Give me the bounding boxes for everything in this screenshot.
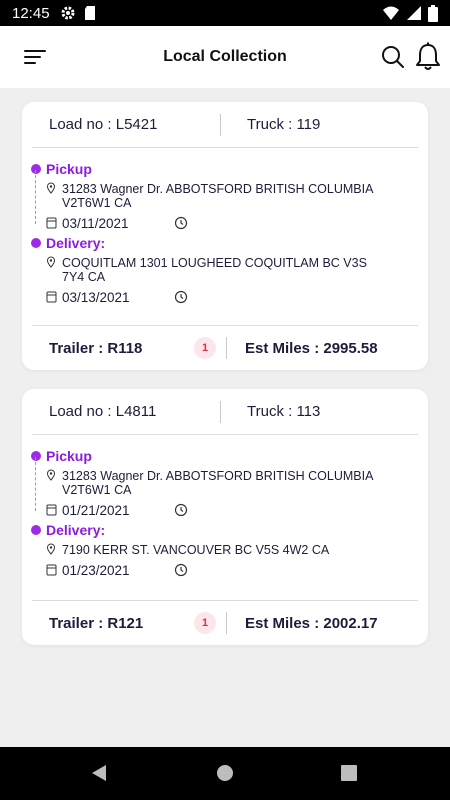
signal-icon (407, 6, 421, 20)
est-miles: Est Miles : 2995.58 (245, 339, 378, 357)
clock-icon (174, 290, 188, 304)
delivery-label: Delivery: (46, 235, 106, 251)
delivery-address: COQUITLAM 1301 LOUGHEED COQUITLAM BC V3S… (62, 256, 367, 284)
pickup-label: Pickup (46, 161, 92, 177)
load-list: Load no : L5421 Truck : 119 Pickup 31283… (0, 88, 450, 747)
delivery-dot (31, 238, 41, 248)
delivery-label: Delivery: (46, 522, 106, 538)
battery-icon (428, 4, 438, 22)
back-icon[interactable] (90, 764, 108, 782)
truck-number: Truck : 113 (247, 403, 321, 420)
truck-number: Truck : 119 (247, 116, 321, 133)
sd-card-icon (84, 6, 95, 20)
pickup-address: 31283 Wagner Dr. ABBOTSFORD BRITISH COLU… (62, 182, 373, 210)
pickup-address: 31283 Wagner Dr. ABBOTSFORD BRITISH COLU… (62, 469, 373, 497)
trailer-number: Trailer : R121 (49, 614, 144, 632)
clock-icon (174, 216, 188, 230)
pickup-date-row: 01/21/2021 (46, 501, 408, 519)
delivery-title: Delivery: (31, 234, 408, 252)
route-details: Pickup 31283 Wagner Dr. ABBOTSFORD BRITI… (31, 148, 418, 326)
calendar-icon (46, 504, 57, 516)
pickup-date: 01/21/2021 (62, 502, 130, 518)
delivery-address: 7190 KERR ST. VANCOUVER BC V5S 4W2 CA (62, 543, 330, 557)
delivery-date-row: 03/13/2021 (46, 288, 408, 306)
load-card[interactable]: Load no : L5421 Truck : 119 Pickup 31283… (22, 102, 428, 370)
load-card-header: Load no : L5421 Truck : 119 (32, 102, 418, 148)
delivery-date-row: 01/23/2021 (46, 561, 408, 579)
load-number: Load no : L5421 (49, 116, 158, 133)
count-badge: 1 (194, 337, 216, 359)
load-card-footer: Trailer : R121 1 Est Miles : 2002.17 (32, 601, 418, 645)
pickup-dot (31, 164, 41, 174)
load-card[interactable]: Load no : L4811 Truck : 113 Pickup 31283… (22, 389, 428, 645)
notification-bell-icon[interactable] (415, 42, 441, 72)
pickup-address-row: 31283 Wagner Dr. ABBOTSFORD BRITISH COLU… (46, 469, 408, 497)
pickup-address-row: 31283 Wagner Dr. ABBOTSFORD BRITISH COLU… (46, 182, 408, 210)
recents-icon[interactable] (341, 764, 357, 782)
clock-icon (174, 563, 188, 577)
settings-icon (61, 6, 75, 20)
load-card-header: Load no : L4811 Truck : 113 (32, 389, 418, 435)
delivery-address-row: 7190 KERR ST. VANCOUVER BC V5S 4W2 CA (46, 543, 408, 557)
route-details: Pickup 31283 Wagner Dr. ABBOTSFORD BRITI… (31, 435, 418, 601)
app-bar: Local Collection (0, 26, 450, 88)
load-card-footer: Trailer : R118 1 Est Miles : 2995.58 (32, 326, 418, 370)
search-icon[interactable] (380, 44, 406, 70)
wifi-icon (383, 6, 399, 20)
route-connector (35, 457, 36, 511)
pickup-title: Pickup (31, 447, 408, 465)
pickup-dot (31, 451, 41, 461)
est-miles: Est Miles : 2002.17 (245, 614, 378, 632)
home-icon[interactable] (216, 764, 234, 782)
pickup-label: Pickup (46, 448, 92, 464)
route-connector (35, 170, 36, 224)
count-badge: 1 (194, 612, 216, 634)
status-bar: 12:45 (0, 0, 450, 26)
trailer-number: Trailer : R118 (49, 339, 143, 357)
delivery-dot (31, 525, 41, 535)
location-pin-icon (46, 469, 56, 481)
delivery-date: 03/13/2021 (62, 289, 130, 305)
system-nav-bar (0, 747, 450, 800)
load-number: Load no : L4811 (49, 403, 157, 420)
calendar-icon (46, 564, 57, 576)
calendar-icon (46, 291, 57, 303)
delivery-address-row: COQUITLAM 1301 LOUGHEED COQUITLAM BC V3S… (46, 256, 408, 284)
location-pin-icon (46, 256, 56, 268)
pickup-date: 03/11/2021 (62, 215, 129, 231)
pickup-title: Pickup (31, 160, 408, 178)
location-pin-icon (46, 543, 56, 555)
delivery-title: Delivery: (31, 521, 408, 539)
pickup-date-row: 03/11/2021 (46, 214, 408, 232)
status-time: 12:45 (12, 4, 50, 22)
delivery-date: 01/23/2021 (62, 562, 130, 578)
location-pin-icon (46, 182, 56, 194)
clock-icon (174, 503, 188, 517)
calendar-icon (46, 217, 57, 229)
